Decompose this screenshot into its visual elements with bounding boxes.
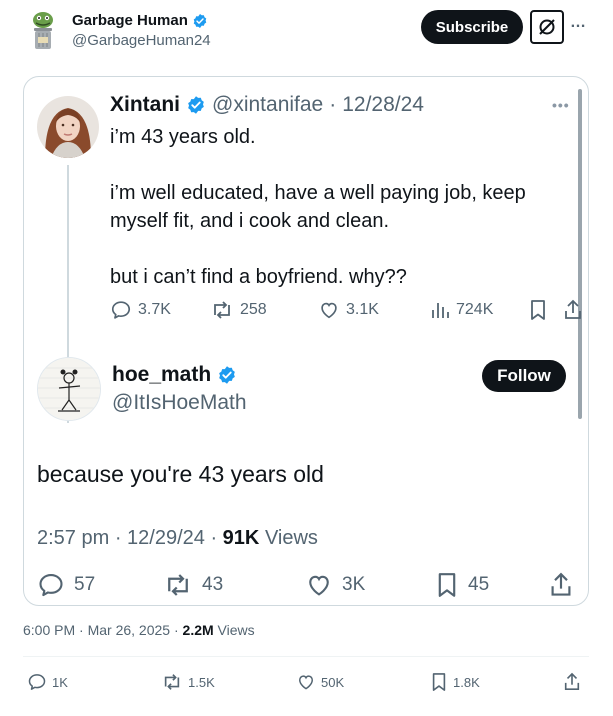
verified-badge-icon	[192, 13, 208, 29]
card-scrollbar[interactable]	[578, 89, 582, 419]
share-icon	[563, 299, 583, 321]
heart-icon	[296, 672, 316, 692]
subscribe-button[interactable]: Subscribe	[421, 10, 523, 44]
repost-button[interactable]: 258	[210, 299, 267, 321]
reply-icon	[37, 571, 65, 599]
post-action-bar: 1K 1.5K 50K 1.8K	[23, 672, 589, 694]
share-icon	[549, 571, 573, 599]
bookmark-icon	[528, 299, 548, 321]
author-name[interactable]: Garbage Human	[72, 12, 188, 29]
heart-icon	[305, 571, 333, 599]
repost-count: 1.5K	[188, 674, 215, 690]
reply-action-bar: 57 43 3K 45	[37, 571, 577, 599]
like-button[interactable]: 3.1K	[318, 299, 379, 321]
bookmark-button[interactable]: 1.8K	[430, 672, 480, 692]
reply-post-text: because you're 43 years old	[37, 461, 324, 487]
reply-icon	[27, 672, 47, 692]
repost-count: 258	[240, 301, 267, 318]
like-count: 3K	[342, 574, 366, 595]
author-name-row[interactable]: Garbage Human	[72, 12, 208, 29]
xintani-action-bar: 3.7K 258 3.1K 724K	[110, 299, 583, 325]
reply-button[interactable]: 1K	[27, 672, 68, 692]
repost-icon	[163, 571, 193, 599]
share-icon	[563, 672, 581, 692]
like-button[interactable]: 50K	[296, 672, 344, 692]
post-paragraph: i’m well educated, have a well paying jo…	[110, 182, 526, 232]
like-count: 50K	[321, 674, 345, 690]
views-button[interactable]: 724K	[430, 299, 493, 321]
reply-views-label: Views	[264, 527, 318, 549]
post-header: Garbage Human @GarbageHuman24 Subscribe …	[0, 0, 613, 70]
post-views-count: 2.2M	[182, 622, 214, 638]
bookmark-icon	[435, 571, 459, 599]
more-options-icon[interactable]: …	[570, 14, 587, 32]
post-paragraph: i’m 43 years old.	[110, 126, 256, 148]
hoe-math-avatar[interactable]	[37, 357, 101, 421]
repost-count: 43	[202, 574, 224, 595]
xintani-name[interactable]: Xintani	[110, 93, 180, 117]
repost-icon	[161, 672, 183, 692]
post-timestamp[interactable]: 6:00 PM · Mar 26, 2025 ·	[23, 622, 179, 638]
bookmark-icon	[430, 672, 448, 692]
repost-icon	[210, 299, 234, 321]
like-count: 3.1K	[346, 301, 379, 318]
xintani-post-text: i’m 43 years old. i’m well educated, hav…	[110, 123, 570, 291]
post-views-label: Views	[217, 622, 255, 638]
reply-timestamp[interactable]: 2:57 pm · 12/29/24 ·	[37, 527, 217, 549]
hoe-math-name-row: hoe_math	[112, 363, 237, 387]
reply-count: 1K	[52, 674, 68, 690]
xintani-avatar[interactable]	[37, 96, 99, 158]
xintani-name-row: Xintani @xintanifae · 12/28/24	[110, 93, 424, 117]
bookmark-button[interactable]	[528, 299, 548, 321]
post-meta: 6:00 PM · Mar 26, 2025 · 2.2M Views	[23, 622, 255, 638]
xintani-post-date[interactable]: 12/28/24	[342, 93, 424, 117]
share-button[interactable]	[563, 672, 581, 692]
author-avatar[interactable]	[25, 8, 61, 52]
share-button[interactable]	[563, 299, 583, 321]
reply-count: 3.7K	[138, 301, 171, 318]
share-button[interactable]	[549, 571, 573, 599]
author-handle[interactable]: @GarbageHuman24	[72, 32, 211, 49]
divider	[23, 656, 589, 657]
heart-icon	[318, 299, 340, 321]
bookmark-count: 45	[468, 574, 490, 595]
reply-views-count: 91K	[222, 527, 260, 549]
verified-badge-icon	[217, 365, 237, 385]
quoted-thread-card[interactable]: Xintani @xintanifae · 12/28/24 ••• i’m 4…	[23, 76, 589, 606]
reply-count: 57	[74, 574, 96, 595]
grok-icon[interactable]	[530, 10, 564, 44]
verified-badge-icon	[186, 95, 206, 115]
reply-meta: 2:57 pm · 12/29/24 · 91K Views	[37, 527, 318, 550]
follow-button[interactable]: Follow	[482, 360, 566, 392]
repost-button[interactable]: 43	[163, 571, 223, 599]
separator-dot: ·	[329, 93, 337, 116]
reply-button[interactable]: 57	[37, 571, 95, 599]
hoe-math-handle[interactable]: @ItIsHoeMath	[112, 391, 247, 415]
tweet-page: Garbage Human @GarbageHuman24 Subscribe …	[0, 0, 613, 716]
xintani-more-icon[interactable]: •••	[552, 97, 570, 113]
hoe-math-name[interactable]: hoe_math	[112, 363, 211, 387]
xintani-handle[interactable]: @xintanifae	[212, 93, 323, 117]
views-count: 724K	[456, 301, 494, 318]
views-bar-chart-icon	[430, 299, 450, 321]
repost-button[interactable]: 1.5K	[161, 672, 215, 692]
bookmark-button[interactable]: 45	[435, 571, 489, 599]
like-button[interactable]: 3K	[305, 571, 365, 599]
reply-icon	[110, 299, 132, 321]
post-paragraph: but i can’t find a boyfriend. why??	[110, 266, 407, 288]
reply-button[interactable]: 3.7K	[110, 299, 171, 321]
bookmark-count: 1.8K	[453, 674, 480, 690]
